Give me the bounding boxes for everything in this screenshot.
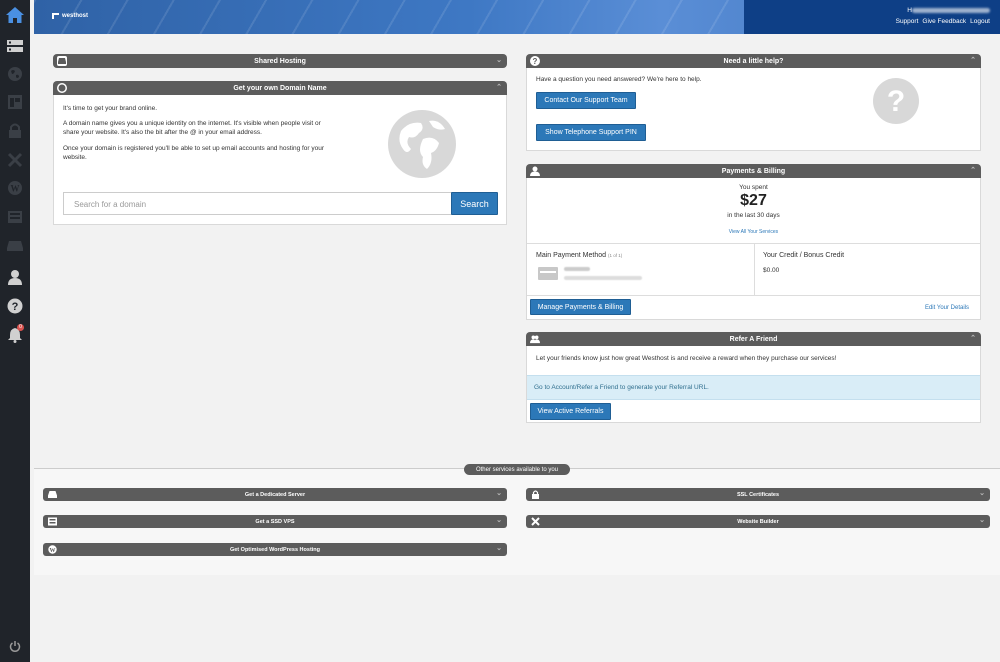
domain-intro: It's time to get your brand online. xyxy=(63,105,158,112)
layout-icon[interactable] xyxy=(0,89,30,115)
help-icon[interactable]: ? xyxy=(0,293,30,319)
chevron-down-icon[interactable]: ⌄ xyxy=(979,516,985,524)
question-icon: ? xyxy=(530,56,540,66)
credit-label: Your Credit / Bonus Credit xyxy=(763,252,845,259)
logout-link[interactable]: Logout xyxy=(970,18,990,25)
wordpress-hosting-bar[interactable]: W Get Optimised WordPress Hosting ⌄ xyxy=(43,543,507,556)
svg-text:?: ? xyxy=(887,85,905,118)
chevron-up-icon[interactable]: ⌃ xyxy=(970,166,976,174)
brand-logo[interactable]: westhost xyxy=(52,13,88,19)
support-link[interactable]: Support xyxy=(896,18,919,25)
help-panel-header[interactable]: ? Need a little help? ⌃ xyxy=(526,54,981,68)
chevron-up-icon[interactable]: ⌃ xyxy=(496,83,502,91)
main-payment-label: Main Payment Method (1 of 1) xyxy=(536,252,623,259)
ssl-certificates-bar[interactable]: SSL Certificates ⌄ xyxy=(526,488,990,501)
question-illustration-icon: ? xyxy=(872,77,920,127)
domain-search-input[interactable]: Search for a domain xyxy=(63,192,452,215)
globe-illustration-icon xyxy=(387,109,457,181)
chevron-up-icon[interactable]: ⌃ xyxy=(970,334,976,342)
chevron-down-icon[interactable]: ⌄ xyxy=(496,516,502,524)
domain-email-info: Once your domain is registered you'll be… xyxy=(63,145,325,161)
power-icon[interactable] xyxy=(0,633,30,659)
chevron-down-icon[interactable]: ⌄ xyxy=(979,489,985,497)
spent-amount: $27 xyxy=(740,192,767,209)
svg-text:W: W xyxy=(11,184,20,194)
manage-payments-button[interactable]: Manage Payments & Billing xyxy=(530,299,631,315)
tools-icon[interactable] xyxy=(0,147,30,173)
svg-text:?: ? xyxy=(12,301,19,313)
contact-support-button[interactable]: Contact Our Support Team xyxy=(536,92,636,109)
referral-info-box: Go to Account/Refer a Friend to generate… xyxy=(527,375,980,400)
svg-text:W: W xyxy=(50,548,56,554)
server-icon xyxy=(48,517,57,526)
help-text: Have a question you need answered? We're… xyxy=(536,76,702,83)
refer-text: Let your friends know just how great Wes… xyxy=(536,355,837,362)
user-icon xyxy=(530,166,540,176)
user-area: H Support Give Feedback Logout xyxy=(744,0,1000,34)
globe-icon xyxy=(57,83,67,93)
chevron-down-icon[interactable]: ⌄ xyxy=(496,56,502,64)
website-builder-bar[interactable]: Website Builder ⌄ xyxy=(526,515,990,528)
wordpress-icon: W xyxy=(48,545,57,554)
spent-period: in the last 30 days xyxy=(727,212,780,219)
users-icon xyxy=(530,334,540,344)
shared-hosting-bar[interactable]: Shared Hosting ⌄ xyxy=(53,54,507,68)
domain-panel-body: It's time to get your brand online. A do… xyxy=(53,95,507,225)
chevron-up-icon[interactable]: ⌃ xyxy=(970,56,976,64)
referral-link[interactable]: Go to Account/Refer a Friend to generate… xyxy=(534,384,709,391)
server-icon[interactable] xyxy=(0,204,30,230)
view-all-services-link[interactable]: View All Your Services xyxy=(527,229,980,235)
wordpress-icon[interactable]: W xyxy=(0,175,30,201)
credit-value: $0.00 xyxy=(763,267,780,274)
top-header: westhost H Support Give Feedback Logout xyxy=(34,0,1000,34)
user-email: H xyxy=(907,7,990,14)
globe-icon[interactable] xyxy=(0,61,30,87)
hosting-icon[interactable] xyxy=(0,33,30,59)
refer-panel-header[interactable]: Refer A Friend ⌃ xyxy=(526,332,981,346)
ssd-vps-bar[interactable]: Get a SSD VPS ⌄ xyxy=(43,515,507,528)
tools-icon xyxy=(531,517,540,526)
lock-icon[interactable] xyxy=(0,118,30,144)
you-spent-label: You spent xyxy=(739,184,768,191)
dedicated-server-bar[interactable]: Get a Dedicated Server ⌄ xyxy=(43,488,507,501)
chevron-down-icon[interactable]: ⌄ xyxy=(496,489,502,497)
credit-card-icon xyxy=(538,267,558,280)
home-icon[interactable] xyxy=(0,2,30,28)
chevron-down-icon[interactable]: ⌄ xyxy=(496,544,502,552)
card-number-redacted xyxy=(564,276,642,280)
westhost-logo-icon xyxy=(52,13,59,19)
other-services-pill: Other services available to you xyxy=(464,464,570,475)
edit-details-link[interactable]: Edit Your Details xyxy=(925,305,969,311)
domain-search-button[interactable]: Search xyxy=(451,192,498,215)
domain-panel-header[interactable]: Get your own Domain Name ⌃ xyxy=(53,81,507,95)
show-support-pin-button[interactable]: Show Telephone Support PIN xyxy=(536,124,646,141)
give-feedback-link[interactable]: Give Feedback xyxy=(922,18,966,25)
view-active-referrals-button[interactable]: View Active Referrals xyxy=(530,403,611,420)
svg-text:?: ? xyxy=(533,57,538,65)
lock-icon xyxy=(531,490,540,499)
billing-panel-header[interactable]: Payments & Billing ⌃ xyxy=(526,164,981,178)
refer-panel-body: Let your friends know just how great Wes… xyxy=(526,346,981,423)
card-name-redacted xyxy=(564,267,590,271)
notification-badge: 0 xyxy=(17,324,24,331)
hosting-icon xyxy=(57,56,67,66)
domain-description: A domain name gives you a unique identit… xyxy=(63,120,321,136)
user-icon[interactable] xyxy=(0,264,30,290)
help-panel-body: Have a question you need answered? We're… xyxy=(526,68,981,151)
billing-panel-body: You spent $27 in the last 30 days View A… xyxy=(526,178,981,320)
dedicated-server-icon xyxy=(48,490,57,499)
left-sidebar: W ? 0 xyxy=(0,0,30,662)
dedicated-server-icon[interactable] xyxy=(0,233,30,259)
bell-icon[interactable]: 0 xyxy=(0,322,30,348)
